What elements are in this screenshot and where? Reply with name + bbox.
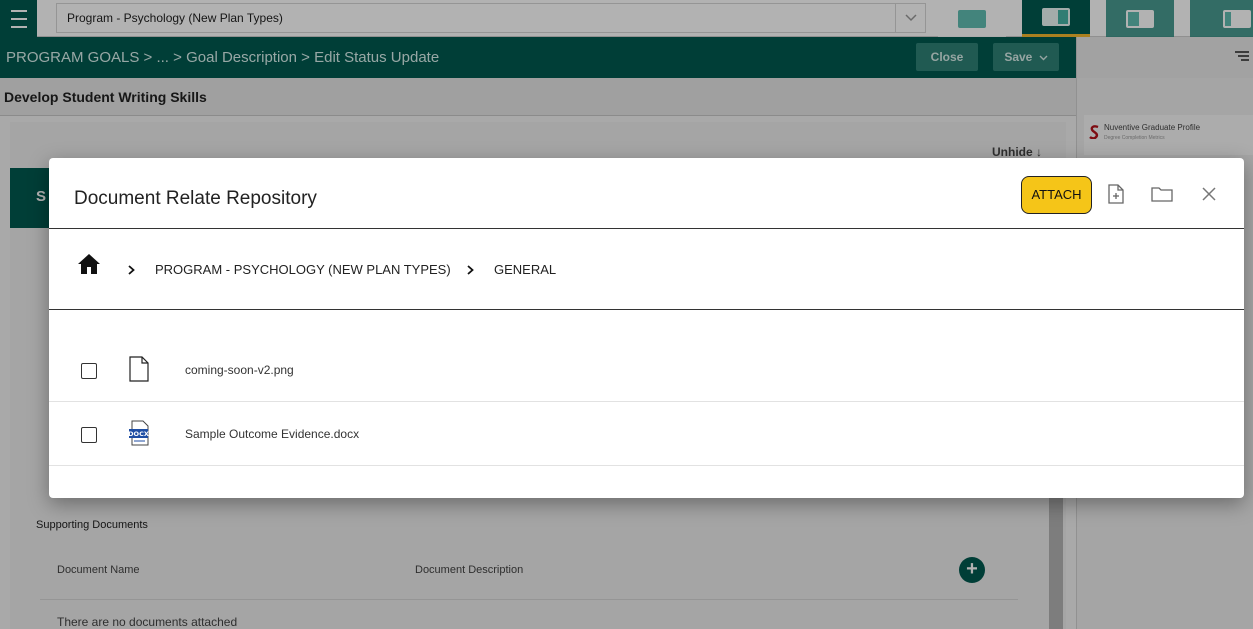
breadcrumb-program[interactable]: PROGRAM - PSYCHOLOGY (NEW PLAN TYPES): [155, 262, 451, 277]
file-name[interactable]: coming-soon-v2.png: [185, 363, 294, 377]
svg-text:DOCX: DOCX: [129, 430, 149, 438]
chevron-right-icon: [467, 265, 474, 275]
attach-button-label: ATTACH: [1031, 187, 1082, 202]
divider: [49, 228, 1244, 229]
divider: [49, 309, 1244, 310]
dialog-title: Document Relate Repository: [74, 188, 317, 209]
home-icon[interactable]: [77, 253, 101, 275]
chevron-right-icon: [128, 265, 135, 275]
file-row[interactable]: DOCX Sample Outcome Evidence.docx: [49, 402, 1244, 466]
folder-icon[interactable]: [1151, 186, 1173, 202]
file-icon: [129, 356, 149, 382]
file-row[interactable]: coming-soon-v2.png: [49, 338, 1244, 402]
document-repository-dialog: Document Relate Repository ATTACH PROGRA…: [49, 158, 1244, 498]
new-file-icon[interactable]: [1107, 184, 1125, 204]
breadcrumb-general[interactable]: GENERAL: [494, 262, 556, 277]
file-name[interactable]: Sample Outcome Evidence.docx: [185, 427, 359, 441]
file-checkbox[interactable]: [81, 427, 97, 443]
docx-icon: DOCX: [129, 420, 149, 446]
close-icon[interactable]: [1201, 186, 1217, 202]
attach-button[interactable]: ATTACH: [1021, 176, 1092, 214]
file-checkbox[interactable]: [81, 363, 97, 379]
